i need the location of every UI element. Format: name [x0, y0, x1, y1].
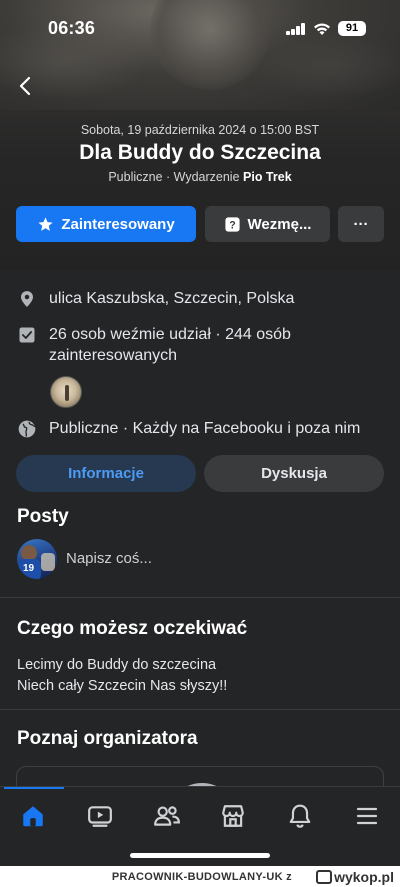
privacy-text: Publiczne · Każdy na Facebooku i poza ni…	[49, 420, 361, 437]
user-avatar: 19	[17, 539, 57, 579]
divider	[0, 709, 400, 710]
event-header: 06:36 91 Sobota, 19 października 2024 o …	[0, 0, 400, 270]
event-title: Dla Buddy do Szczecina	[79, 141, 321, 164]
attendance-text: 26 osob weźmie udział · 244 osób zainter…	[49, 326, 291, 364]
home-indicator	[130, 853, 270, 858]
battery-icon: 91	[338, 21, 366, 36]
watermark-text: PRACOWNIK-BUDOWLANY-UK z	[111, 871, 292, 883]
more-options-button[interactable]: ···	[338, 206, 384, 242]
globe-icon	[16, 418, 38, 440]
attendee-avatar[interactable]	[50, 376, 82, 408]
tab-informacje[interactable]: Informacje	[16, 455, 196, 492]
event-description: Lecimy do Buddy do szczecina Niech cały …	[17, 655, 227, 697]
signal-icon	[286, 23, 306, 35]
bell-icon[interactable]	[280, 801, 320, 831]
active-tab-indicator	[4, 787, 64, 789]
status-bar: 06:36 91	[0, 14, 400, 46]
wifi-icon	[314, 23, 330, 35]
event-screen: 06:36 91 Sobota, 19 października 2024 o …	[0, 0, 400, 866]
interested-button[interactable]: Zainteresowany	[16, 206, 196, 242]
more-icon: ···	[353, 215, 369, 233]
question-box-icon: ?	[224, 216, 241, 233]
star-icon	[37, 216, 54, 233]
organizer-section-title: Poznaj organizatora	[17, 728, 198, 749]
organizer-link[interactable]: Pio Trek	[243, 170, 292, 184]
watermark-bar: PRACOWNIK-BUDOWLANY-UK z wykop.pl	[0, 866, 400, 887]
location-pin-icon	[16, 288, 38, 310]
description-line: Lecimy do Buddy do szczecina	[17, 657, 217, 673]
posts-title: Posty	[17, 506, 69, 527]
home-icon[interactable]	[13, 801, 53, 831]
watermark-brand: wykop.pl	[334, 869, 394, 885]
checkbox-icon	[16, 324, 38, 346]
tab-dyskusja[interactable]: Dyskusja	[204, 455, 384, 492]
marketplace-icon[interactable]	[213, 801, 253, 831]
going-label: Wezmę...	[247, 215, 312, 233]
description-line: Niech cały Szczecin Nas słyszy!!	[17, 678, 228, 694]
status-time: 06:36	[48, 18, 96, 38]
svg-text:?: ?	[229, 219, 235, 231]
back-arrow-icon[interactable]	[14, 74, 38, 98]
event-visibility: Publiczne · Wydarzenie Pio Trek	[0, 170, 400, 184]
interested-label: Zainteresowany	[61, 215, 175, 233]
wykop-logo: wykop.pl	[316, 869, 394, 885]
going-button[interactable]: ? Wezmę...	[205, 206, 330, 242]
event-date: Sobota, 19 października 2024 o 15:00 BST	[80, 123, 320, 137]
friends-icon[interactable]	[147, 801, 187, 831]
visibility-label: Publiczne · Wydarzenie	[108, 170, 244, 184]
divider	[0, 597, 400, 598]
location-text: ulica Kaszubska, Szczecin, Polska	[49, 290, 295, 307]
video-icon[interactable]	[80, 801, 120, 831]
menu-icon[interactable]	[347, 801, 387, 831]
expect-title: Czego możesz oczekiwać	[17, 618, 248, 639]
compose-post-input[interactable]: Napisz coś...	[66, 550, 152, 567]
